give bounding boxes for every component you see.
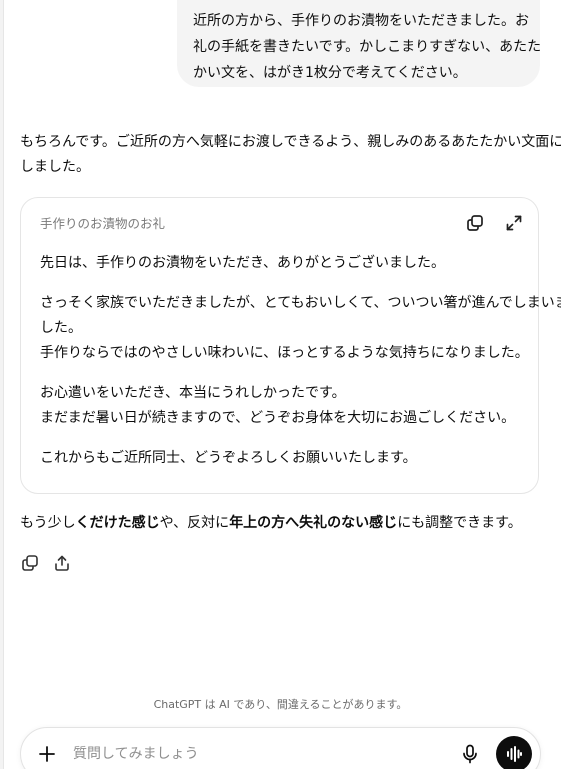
user-message-line: 近所の方から、手作りのお漬物をいただきました。お: [193, 13, 529, 29]
letter-paragraph: 先日は、手作りのお漬物をいただき、ありがとうございました。: [40, 251, 525, 276]
letter-line: まだまだ暑い日が続きますので、どうぞお身体を大切にお過ごしください。: [40, 410, 516, 426]
assistant-followup: もう少しくだけた感じや、反対に年上の方へ失礼のない感じにも調整できます。: [20, 511, 522, 536]
letter-paragraph: さっそく家族でいただきましたが、とてもおいしくて、ついつい箸が進んでしまいま し…: [40, 291, 561, 366]
followup-bold: くだけた感じ: [75, 515, 160, 531]
chat-page: 近所の方から、手作りのお漬物をいただきました。お 礼の手紙を書きたいです。かしこ…: [0, 0, 561, 769]
followup-text: もう少し: [20, 515, 76, 531]
followup-text: にも調整できます。: [397, 515, 522, 531]
letter-line: さっそく家族でいただきましたが、とてもおいしくて、ついつい箸が進んでしまいま: [40, 295, 561, 311]
microphone-icon[interactable]: [458, 742, 482, 766]
letter-line: 先日は、手作りのお漬物をいただき、ありがとうございました。: [40, 255, 446, 271]
letter-line: これからもご近所同士、どうぞよろしくお願いいたします。: [40, 450, 417, 466]
followup-text: や、反対に: [159, 515, 230, 531]
user-message-line: 礼の手紙を書きたいです。かしこまりすぎない、あたた: [193, 39, 542, 55]
assistant-intro-line: しました。: [20, 159, 90, 175]
voice-mode-button[interactable]: [496, 736, 532, 769]
letter-paragraph: お心遣いをいただき、本当にうれしかったです。 まだまだ暑い日が続きますので、どう…: [40, 381, 525, 431]
followup-bold: 年上の方へ失礼のない感じ: [229, 515, 398, 531]
expand-icon[interactable]: [503, 212, 525, 234]
letter-paragraph: これからもご近所同士、どうぞよろしくお願いいたします。: [40, 446, 525, 471]
letter-line: お心遣いをいただき、本当にうれしかったです。: [40, 385, 346, 401]
letter-card: 手作りのお漬物のお礼 先日は、手作りのお漬物をいただき、ありがとうございました。…: [20, 197, 561, 494]
letter-line: した。: [40, 320, 82, 336]
disclaimer: ChatGPT は AI であり、間違えることがあります。: [153, 698, 408, 711]
plus-icon[interactable]: [35, 742, 59, 766]
assistant-intro-line: もちろんです。ご近所の方へ気軽にお渡しできるよう、親しみのあるあたたかい文面に: [20, 134, 561, 150]
letter-body: 先日は、手作りのお漬物をいただき、ありがとうございました。 さっそく家族でいただ…: [40, 251, 561, 486]
composer: [20, 727, 541, 769]
letter-line: 手作りならではのやさしい味わいに、ほっとするような気持ちになりました。: [40, 345, 529, 361]
share-icon[interactable]: [51, 552, 73, 574]
prompt-input[interactable]: [73, 742, 433, 766]
copy-icon[interactable]: [19, 552, 41, 574]
waveform-icon: [507, 746, 522, 762]
sidebar-edge: [0, 0, 4, 769]
copy-icon[interactable]: [464, 212, 486, 234]
letter-card-title: 手作りのお漬物のお礼: [40, 216, 166, 231]
assistant-intro: もちろんです。ご近所の方へ気軽にお渡しできるよう、親しみのあるあたたかい文面に …: [20, 130, 561, 180]
user-message-bubble: 近所の方から、手作りのお漬物をいただきました。お 礼の手紙を書きたいです。かしこ…: [177, 0, 542, 87]
user-message-line: かい文を、はがき1枚分で考えてください。: [193, 65, 467, 81]
